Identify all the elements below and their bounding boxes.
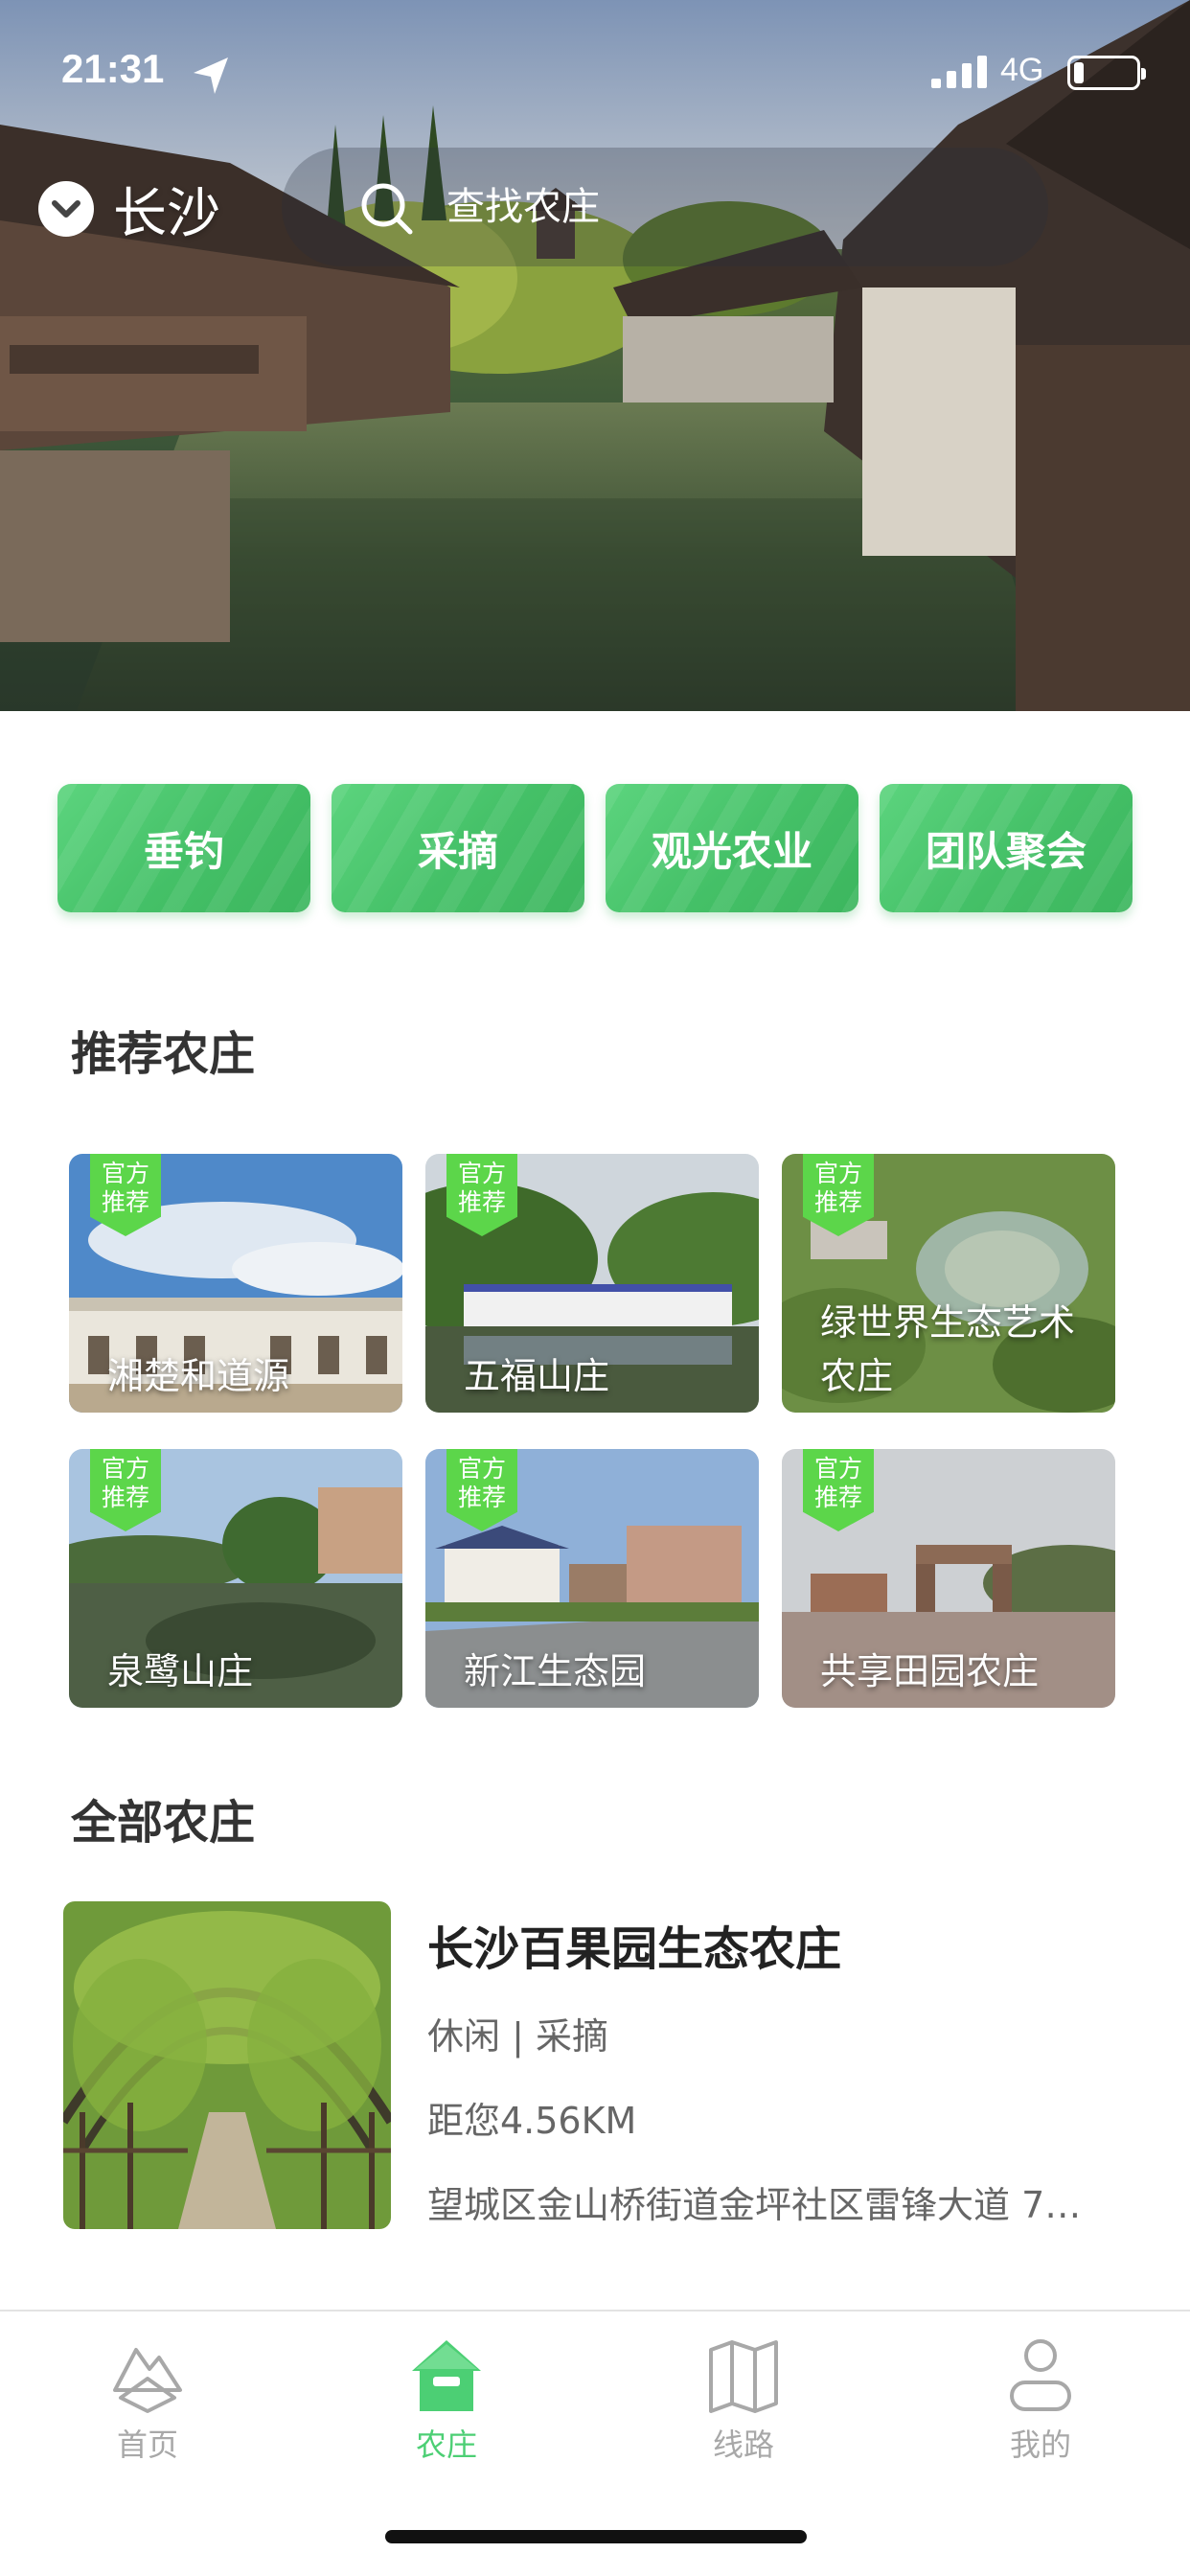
recommended-card[interactable]: 官方推荐 五福山庄 bbox=[425, 1154, 759, 1413]
status-bar: 21:31 4G bbox=[0, 0, 1190, 144]
all-farms-title: 全部农庄 bbox=[71, 1796, 256, 1850]
tab-routes[interactable]: 线路 bbox=[648, 2334, 839, 2478]
home-indicator bbox=[385, 2530, 807, 2543]
category-label: 观光农业 bbox=[651, 827, 812, 875]
category-sightseeing-button[interactable]: 观光农业 bbox=[606, 784, 858, 912]
battery-icon bbox=[1067, 56, 1146, 90]
category-label: 采摘 bbox=[417, 827, 498, 875]
tab-mine[interactable]: 我的 bbox=[945, 2334, 1136, 2478]
city-name: 长沙 bbox=[113, 182, 220, 245]
farm-name: 新江生态园 bbox=[464, 1650, 647, 1692]
tab-farm[interactable]: 农庄 bbox=[351, 2334, 542, 2478]
farm-name: 长沙百果园生态农庄 bbox=[427, 1922, 842, 1976]
city-picker[interactable]: 长沙 bbox=[38, 171, 220, 247]
recommended-title: 推荐农庄 bbox=[71, 1027, 256, 1081]
farmhouse-icon bbox=[412, 2340, 481, 2411]
map-icon bbox=[709, 2340, 778, 2413]
chevron-down-icon bbox=[38, 181, 94, 237]
search-bar[interactable] bbox=[282, 148, 1048, 266]
search-icon bbox=[361, 183, 413, 235]
farm-address: 望城区金山桥街道金坪社区雷锋大道 7… bbox=[427, 2184, 1082, 2226]
category-team-gathering-button[interactable]: 团队聚会 bbox=[880, 784, 1133, 912]
recommended-grid: 官方推荐 湘楚和道源 官方推荐 五福山庄 官方推荐 绿世界生态艺术农庄 官方推荐… bbox=[69, 1154, 1115, 1710]
farm-tags: 休闲 | 采摘 bbox=[427, 2015, 608, 2058]
tab-label: 线路 bbox=[712, 2426, 774, 2463]
user-icon bbox=[1010, 2339, 1071, 2411]
network-type: 4G bbox=[1000, 52, 1044, 88]
category-label: 垂钓 bbox=[143, 827, 224, 875]
category-buttons: 垂钓 采摘 观光农业 团队聚会 bbox=[57, 784, 1133, 912]
signal-strength-icon bbox=[931, 56, 987, 88]
recommended-card[interactable]: 官方推荐 绿世界生态艺术农庄 bbox=[782, 1154, 1115, 1413]
category-label: 团队聚会 bbox=[925, 827, 1087, 875]
category-fishing-button[interactable]: 垂钓 bbox=[57, 784, 310, 912]
recommended-card[interactable]: 官方推荐 共享田园农庄 bbox=[782, 1449, 1115, 1708]
recommended-card[interactable]: 官方推荐 新江生态园 bbox=[425, 1449, 759, 1708]
status-time: 21:31 bbox=[61, 46, 165, 91]
recommended-card[interactable]: 官方推荐 湘楚和道源 bbox=[69, 1154, 402, 1413]
tab-home[interactable]: 首页 bbox=[52, 2334, 243, 2478]
farm-name: 湘楚和道源 bbox=[107, 1355, 290, 1397]
farm-name: 泉鹭山庄 bbox=[107, 1650, 254, 1692]
category-picking-button[interactable]: 采摘 bbox=[332, 784, 584, 912]
home-mountain-icon bbox=[113, 2348, 182, 2413]
farm-thumbnail bbox=[63, 1901, 391, 2229]
tab-label: 首页 bbox=[116, 2426, 178, 2463]
search-input[interactable] bbox=[446, 185, 983, 229]
farm-distance: 距您4.56KM bbox=[427, 2100, 637, 2142]
recommended-card[interactable]: 官方推荐 泉鹭山庄 bbox=[69, 1449, 402, 1708]
tab-label: 农庄 bbox=[415, 2426, 477, 2463]
tab-label: 我的 bbox=[1009, 2426, 1071, 2463]
hero-banner: 21:31 4G 长沙 bbox=[0, 0, 1190, 711]
farm-name: 绿世界生态艺术农庄 bbox=[820, 1301, 1076, 1397]
location-arrow-icon bbox=[194, 58, 228, 94]
farm-list-item[interactable]: 长沙百果园生态农庄 休闲 | 采摘 距您4.56KM 望城区金山桥街道金坪社区雷… bbox=[63, 1901, 1127, 2231]
farm-name: 共享田园农庄 bbox=[820, 1650, 1040, 1692]
farm-name: 五福山庄 bbox=[464, 1355, 610, 1397]
